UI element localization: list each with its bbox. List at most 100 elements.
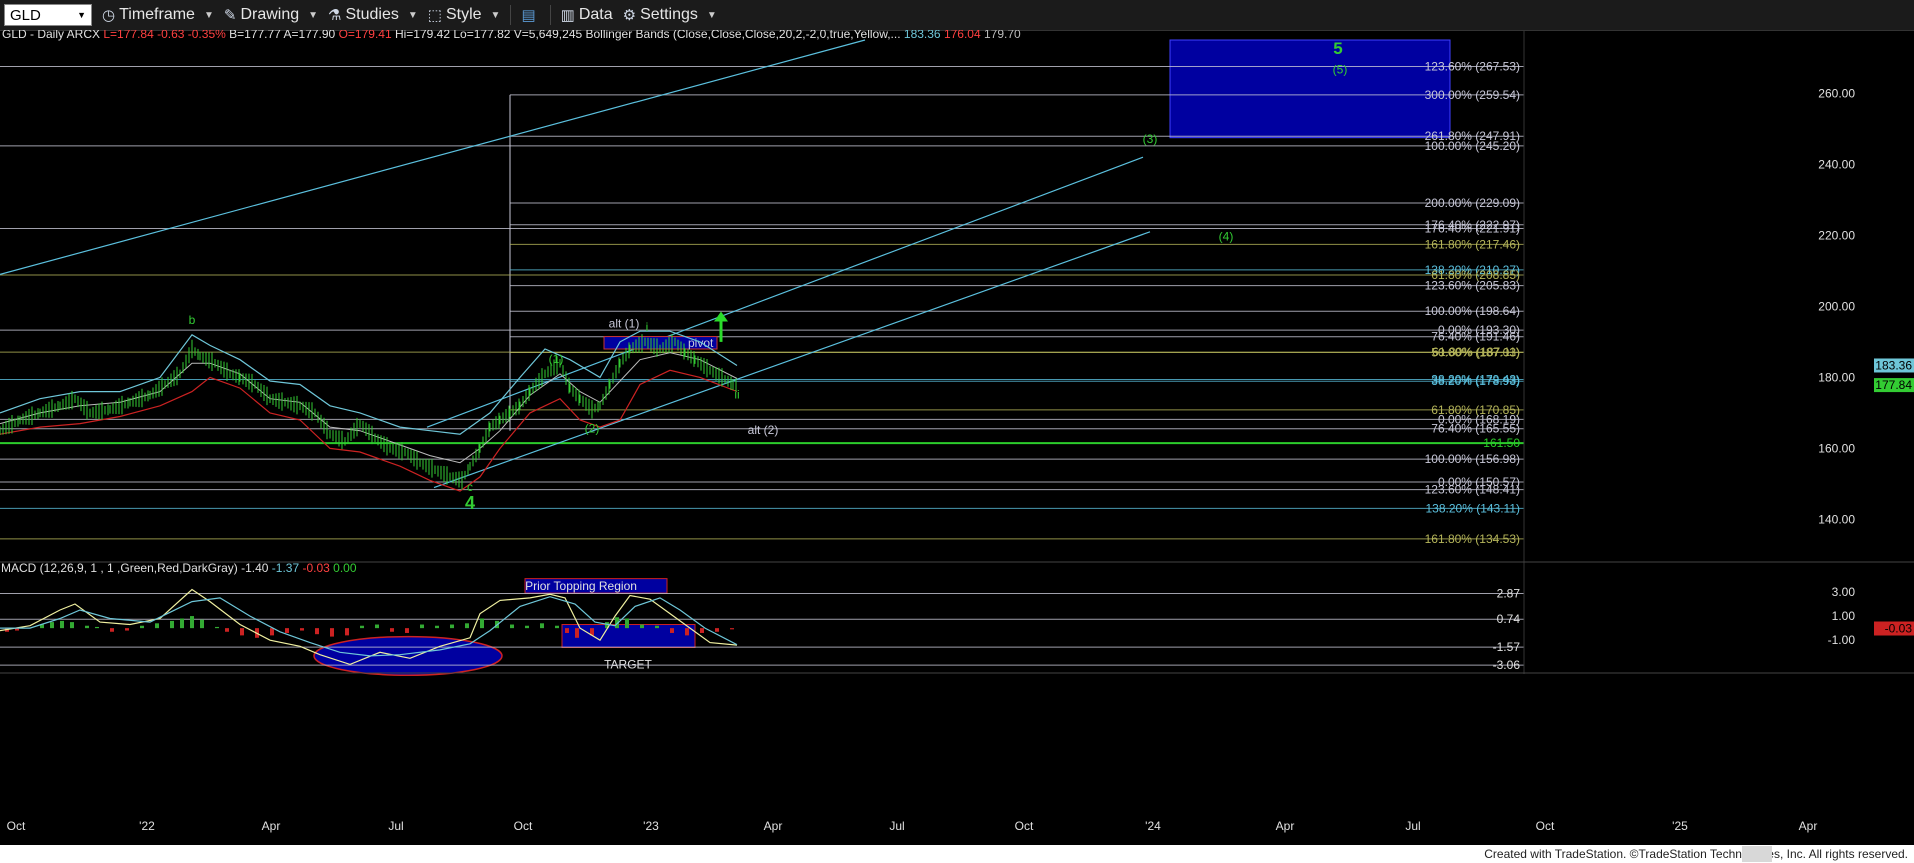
caret-down-icon: ▼ <box>203 9 214 21</box>
macd-histogram-bar <box>625 618 629 629</box>
data-menu[interactable]: ▥ Data <box>561 6 613 24</box>
macd-level-label: 0.74 <box>1497 612 1521 626</box>
price-badge-label: 183.36 <box>1875 358 1912 372</box>
style-label: Style <box>445 6 482 23</box>
time-axis-tick: '24 <box>1145 819 1161 833</box>
macd-histogram-bar <box>575 628 579 638</box>
wave-label: 4 <box>465 493 475 513</box>
macd-histogram-bar <box>450 624 454 629</box>
drawing-menu[interactable]: ✎ Drawing ▼ <box>224 6 318 24</box>
price-axis-tick: 200.00 <box>1818 299 1855 313</box>
symbol-value: GLD <box>10 6 41 24</box>
symbol-selector[interactable]: GLD ▼ <box>4 4 92 26</box>
target-label: TARGET <box>604 657 652 671</box>
fib-level-label: 200.00% (229.09) <box>1425 196 1520 210</box>
macd-header-field: 0.00 <box>333 561 357 575</box>
macd-histogram-bar <box>240 628 244 636</box>
macd-histogram-bar <box>345 628 349 636</box>
footer-bar: Created with TradeStation. ©TradeStation… <box>0 845 1914 863</box>
macd-histogram-bar <box>225 628 229 632</box>
toolbar: GLD ▼ ◷ Timeframe ▼ ✎ Drawing ▼ ⚗ Studie… <box>0 0 1914 31</box>
price-panel: GLD - Daily ARCX L=177.84 -0.63 -0.35% B… <box>0 30 1914 565</box>
macd-header: MACD (12,26,9, 1 , 1 ,Green,Red,DarkGray… <box>1 561 357 575</box>
time-axis-tick: '23 <box>643 819 659 833</box>
fib-level-label: 123.60% (267.53) <box>1425 60 1520 74</box>
scrollbar-thumb[interactable] <box>1742 846 1772 862</box>
macd-header-field: -1.37 <box>272 561 303 575</box>
macd-panel: MACD (12,26,9, 1 , 1 ,Green,Red,DarkGray… <box>0 561 1914 676</box>
chevron-down-icon: ▼ <box>77 10 86 20</box>
macd-title: MACD (12,26,9, 1 , 1 ,Green,Red,DarkGray… <box>1 561 241 575</box>
price-axis-tick: 160.00 <box>1818 441 1855 455</box>
wave-label: (4) <box>1219 230 1234 244</box>
wave-label: (5) <box>1333 63 1348 77</box>
timeframe-menu[interactable]: ◷ Timeframe ▼ <box>102 6 214 24</box>
macd-histogram-bar <box>360 625 364 629</box>
macd-histogram-bar <box>170 620 174 629</box>
caret-down-icon: ▼ <box>706 9 717 21</box>
style-menu[interactable]: ⬚ Style ▼ <box>428 6 501 24</box>
fib-level-label: 176.40% (221.91) <box>1425 222 1520 236</box>
wave-label: 5 <box>1333 39 1342 58</box>
timeframe-label: Timeframe <box>119 6 195 23</box>
fib-level-label: 100.00% (198.64) <box>1425 304 1520 318</box>
style-icon: ⬚ <box>427 7 442 24</box>
settings-label: Settings <box>640 6 698 23</box>
layout-icon: ▤ <box>521 7 536 24</box>
settings-menu[interactable]: ⚙ Settings ▼ <box>623 6 717 24</box>
channel-line <box>426 156 1144 428</box>
macd-histogram-bar <box>140 625 144 629</box>
toolbar-separator <box>549 5 551 25</box>
fib-level-label: 100.00% (245.20) <box>1425 139 1520 153</box>
time-axis-tick: Oct <box>1536 819 1555 833</box>
header-field: -0.63 <box>157 30 188 41</box>
header-field: A=177.90 <box>284 30 339 41</box>
fib-level-label: 123.60% (148.41) <box>1425 483 1520 497</box>
macd-level-label: -3.06 <box>1493 658 1521 672</box>
price-axis-tick: 140.00 <box>1818 512 1855 526</box>
time-axis-tick: Jul <box>889 819 904 833</box>
macd-histogram-bar <box>285 628 289 633</box>
macd-histogram-bar <box>270 628 274 636</box>
chart-area[interactable]: GLD - Daily ARCX L=177.84 -0.63 -0.35% B… <box>0 30 1914 845</box>
time-axis: Oct '22 Apr Jul Oct '23 Apr Jul Oct '24 Apr Jul Oct '… <box>0 672 1914 833</box>
macd-axis-tick: 1.00 <box>1832 609 1856 623</box>
time-axis-tick: Oct <box>7 819 26 833</box>
fib-level-label: 300.00% (259.54) <box>1425 88 1520 102</box>
fib-level-label: 38.20% (178.93) <box>1431 374 1520 388</box>
prior-topping-label: Prior Topping Region <box>525 579 637 593</box>
price-axis-tick: 240.00 <box>1818 157 1855 171</box>
fib-level-label: 76.40% (191.46) <box>1431 330 1520 344</box>
data-label: Data <box>578 6 613 23</box>
header-field: 179.70 <box>984 30 1021 41</box>
header-field: B=177.77 <box>229 30 283 41</box>
macd-histogram-bar <box>700 628 704 633</box>
macd-histogram-bar <box>405 628 409 633</box>
macd-header-field: -1.40 <box>241 561 272 575</box>
fib-level-label: 50.00% (187.03) <box>1431 345 1520 359</box>
wave-label: i <box>646 320 649 334</box>
macd-histogram-bar <box>50 622 54 629</box>
macd-histogram-bar <box>200 619 204 629</box>
studies-menu[interactable]: ⚗ Studies ▼ <box>328 6 418 24</box>
fib-level-label: 161.50 <box>1483 436 1520 450</box>
fib-level-label: 100.00% (156.98) <box>1425 452 1520 466</box>
macd-histogram-bar <box>125 628 129 631</box>
header-field: Bollinger Bands (Close,Close,Close,20,2,… <box>586 30 904 41</box>
wave-label: (1) <box>549 352 564 366</box>
fib-level-label: 161.80% (217.46) <box>1425 237 1520 251</box>
macd-histogram-bar <box>565 628 569 633</box>
wave-label: (2) <box>585 421 600 435</box>
macd-value-badge-label: -0.03 <box>1885 622 1913 636</box>
macd-histogram-bar <box>155 623 159 629</box>
macd-histogram-bar <box>85 625 89 629</box>
macd-histogram-bar <box>390 628 394 632</box>
macd-histogram-bar <box>215 626 219 629</box>
up-arrow-icon <box>714 311 728 322</box>
macd-histogram-bar <box>70 622 74 629</box>
time-axis-tick: '25 <box>1672 819 1688 833</box>
macd-axis-tick: -1.00 <box>1828 633 1856 647</box>
layout-button[interactable]: ▤ <box>521 6 539 24</box>
time-axis-tick: Apr <box>262 819 281 833</box>
macd-histogram-bar <box>510 624 514 629</box>
